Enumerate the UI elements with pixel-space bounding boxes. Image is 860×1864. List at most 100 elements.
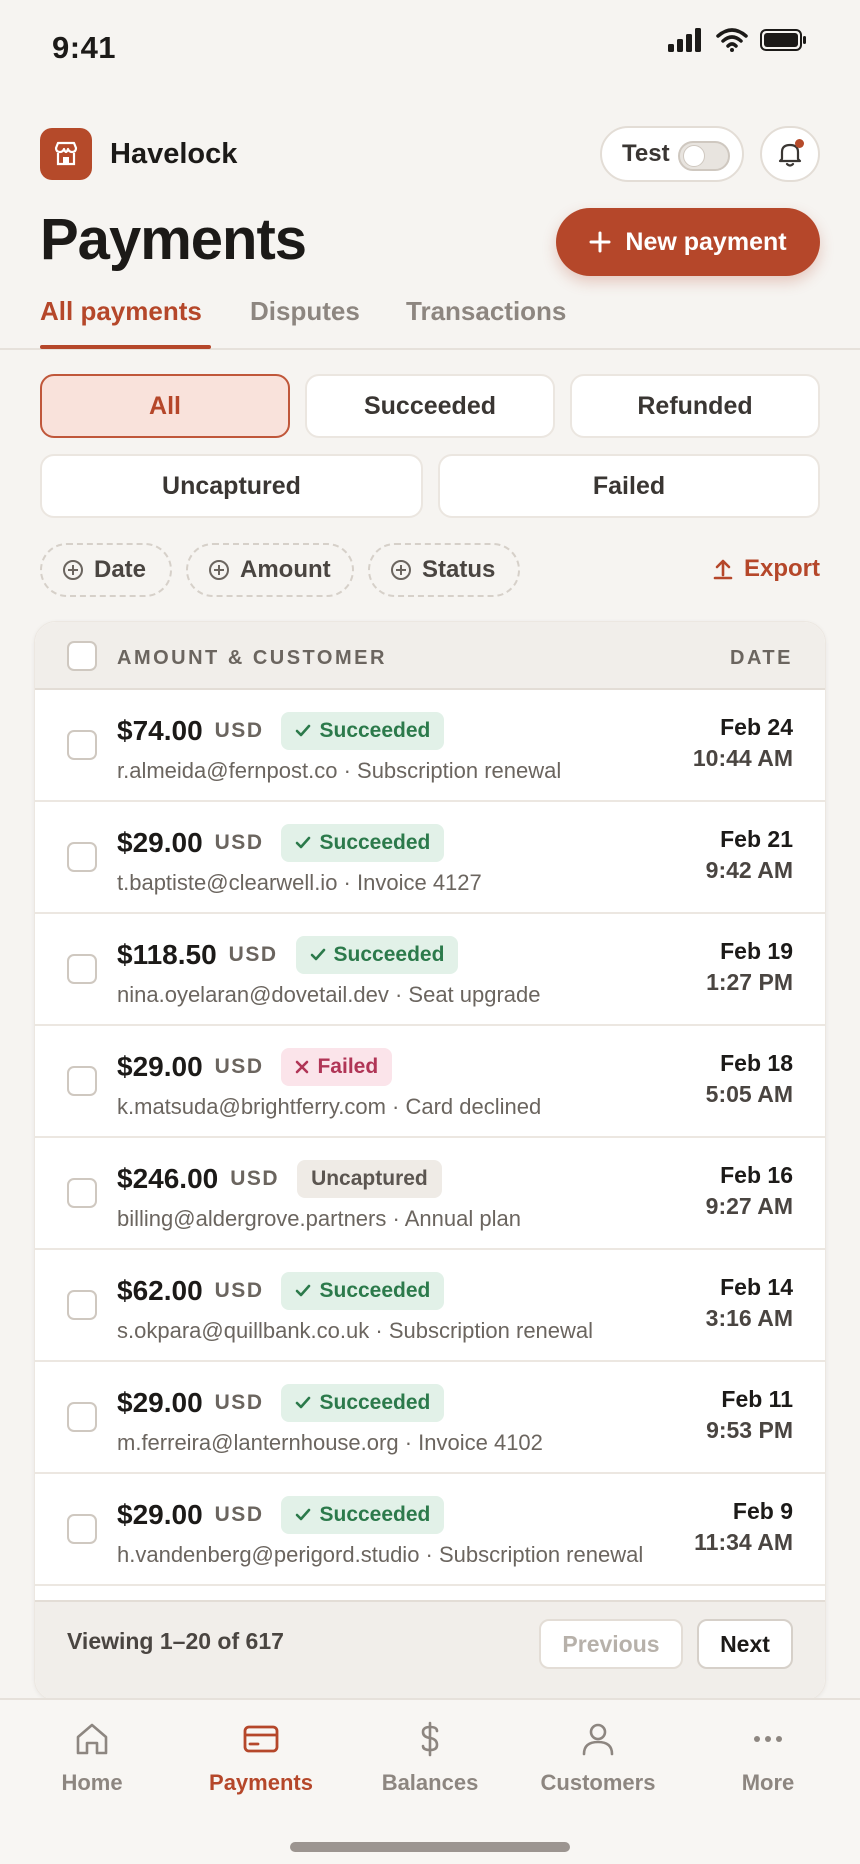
payments-table: AMOUNT & CUSTOMER DATE $74.00 USD Succeede…	[34, 621, 826, 1701]
row-checkbox[interactable]	[67, 954, 97, 984]
payment-date: Feb 16	[720, 1162, 793, 1188]
add-circle-icon	[209, 560, 229, 580]
payment-description: Invoice 4102	[418, 1430, 543, 1455]
status-bar: 9:41	[0, 0, 860, 96]
status-badge-label: Failed	[317, 1055, 379, 1078]
column-date: DATE	[730, 647, 793, 669]
filter-amount[interactable]: Amount	[186, 543, 354, 597]
payment-currency: USD	[230, 1167, 280, 1190]
bottom-nav: Home Payments Balances Customers More	[0, 1698, 860, 1864]
select-all-checkbox[interactable]	[67, 641, 97, 671]
table-row[interactable]: $29.00 USD Failed k.matsuda@brightferry.com…	[35, 1026, 825, 1138]
chip-uncaptured[interactable]: Uncaptured	[40, 454, 423, 518]
separator-dot: ·	[369, 1318, 389, 1343]
status-icons	[668, 28, 808, 52]
status-badge: Failed	[281, 1048, 393, 1086]
status-badge-label: Succeeded	[319, 831, 431, 854]
row-checkbox[interactable]	[67, 842, 97, 872]
nav-balances-label: Balances	[381, 1770, 479, 1795]
nav-more[interactable]: More	[693, 1720, 843, 1796]
nav-customers[interactable]: Customers	[523, 1720, 673, 1796]
check-icon	[296, 1508, 311, 1521]
column-amount-customer: AMOUNT & CUSTOMER	[117, 647, 387, 669]
tab-transactions[interactable]: Transactions	[406, 296, 566, 327]
table-row[interactable]: $118.50 USD Succeeded nina.oyelaran@dovetai…	[35, 914, 825, 1026]
filter-date[interactable]: Date	[40, 543, 172, 597]
payment-datetime: Feb 19 1:27 PM	[706, 936, 793, 998]
payment-datetime: Feb 16 9:27 AM	[706, 1160, 793, 1222]
payment-amount: $62.00	[117, 1275, 203, 1306]
payment-currency: USD	[214, 1279, 264, 1302]
payment-date: Feb 18	[720, 1050, 793, 1076]
payment-currency: USD	[214, 831, 264, 854]
row-checkbox[interactable]	[67, 1066, 97, 1096]
export-label: Export	[743, 555, 820, 582]
payment-time: 11:34 AM	[694, 1529, 793, 1555]
table-row[interactable]: $246.00 USD Uncaptured billing@aldergrove.p…	[35, 1138, 825, 1250]
test-mode-toggle[interactable]: Test	[600, 126, 744, 182]
row-checkbox[interactable]	[67, 1514, 97, 1544]
payment-datetime: Feb 11 9:53 PM	[706, 1384, 793, 1446]
chip-succeeded[interactable]: Succeeded	[305, 374, 555, 438]
payment-datetime: Feb 18 5:05 AM	[706, 1048, 793, 1110]
customer-email: k.matsuda@brightferry.com	[117, 1094, 386, 1119]
table-row[interactable]: $29.00 USD Succeeded t.baptiste@clearwell.i…	[35, 802, 825, 914]
payment-amount: $74.00	[117, 715, 203, 746]
payment-date: Feb 19	[720, 938, 793, 964]
plus-icon	[589, 231, 611, 253]
status-badge-label: Succeeded	[319, 719, 431, 742]
customer-email: billing@aldergrove.partners	[117, 1206, 387, 1231]
test-mode-switch[interactable]	[678, 141, 730, 171]
separator-dot: ·	[398, 1430, 419, 1455]
customer-description: s.okpara@quillbank.co.uk · Subscription …	[117, 1318, 593, 1344]
nav-balances[interactable]: Balances	[355, 1720, 505, 1796]
payment-currency: USD	[214, 1503, 264, 1526]
payment-datetime: Feb 21 9:42 AM	[706, 824, 793, 886]
table-row[interactable]: $29.00 USD Succeeded m.ferreira@lanternhous…	[35, 1362, 825, 1474]
previous-page-button[interactable]: Previous	[539, 1619, 683, 1669]
tab-all-payments[interactable]: All payments	[40, 296, 202, 327]
row-checkbox[interactable]	[67, 1178, 97, 1208]
status-badge-label: Succeeded	[333, 943, 445, 966]
nav-payments[interactable]: Payments	[186, 1720, 336, 1796]
row-checkbox[interactable]	[67, 730, 97, 760]
table-header: AMOUNT & CUSTOMER DATE	[35, 622, 825, 690]
nav-home[interactable]: Home	[17, 1720, 167, 1796]
separator-dot: ·	[337, 870, 357, 895]
filter-amount-label: Amount	[240, 556, 331, 583]
tab-disputes[interactable]: Disputes	[250, 296, 360, 327]
check-icon	[296, 836, 311, 849]
payment-currency: USD	[214, 1055, 264, 1078]
customer-description: m.ferreira@lanternhouse.org · Invoice 41…	[117, 1430, 543, 1456]
payment-datetime: Feb 9 11:34 AM	[694, 1496, 793, 1558]
customer-description: nina.oyelaran@dovetail.dev · Seat upgrad…	[117, 982, 541, 1008]
status-badge: Succeeded	[281, 824, 445, 862]
payment-time: 5:05 AM	[705, 1081, 793, 1107]
store-icon	[54, 141, 78, 166]
table-footer: Viewing 1–20 of 617 Previous Next	[35, 1600, 825, 1700]
chip-failed[interactable]: Failed	[438, 454, 820, 518]
payment-amount: $29.00	[117, 1387, 203, 1418]
amount-line: $62.00 USD Succeeded	[117, 1271, 445, 1311]
chip-all[interactable]: All	[40, 374, 290, 438]
table-row[interactable]: $74.00 USD Succeeded r.almeida@fernpost.co …	[35, 690, 825, 802]
row-checkbox[interactable]	[67, 1290, 97, 1320]
status-badge-label: Uncaptured	[311, 1167, 428, 1190]
notifications-button[interactable]	[760, 126, 820, 182]
row-checkbox[interactable]	[67, 1402, 97, 1432]
status-badge: Succeeded	[281, 1496, 445, 1534]
next-page-button[interactable]: Next	[697, 1619, 793, 1669]
payment-currency: USD	[214, 719, 264, 742]
new-payment-button[interactable]: New payment	[556, 208, 820, 276]
check-icon	[310, 948, 325, 961]
separator-dot: ·	[388, 982, 409, 1007]
payment-date: Feb 21	[720, 826, 793, 852]
filter-status[interactable]: Status	[368, 543, 520, 597]
table-row[interactable]: $29.00 USD Succeeded h.vandenberg@perigord.…	[35, 1474, 825, 1586]
payment-datetime: Feb 24 10:44 AM	[693, 712, 793, 774]
payment-description: Card declined	[405, 1094, 542, 1119]
chip-refunded[interactable]: Refunded	[570, 374, 820, 438]
card-icon	[243, 1725, 279, 1753]
table-row[interactable]: $62.00 USD Succeeded s.okpara@quillbank.co.…	[35, 1250, 825, 1362]
export-button[interactable]: Export	[712, 555, 820, 583]
